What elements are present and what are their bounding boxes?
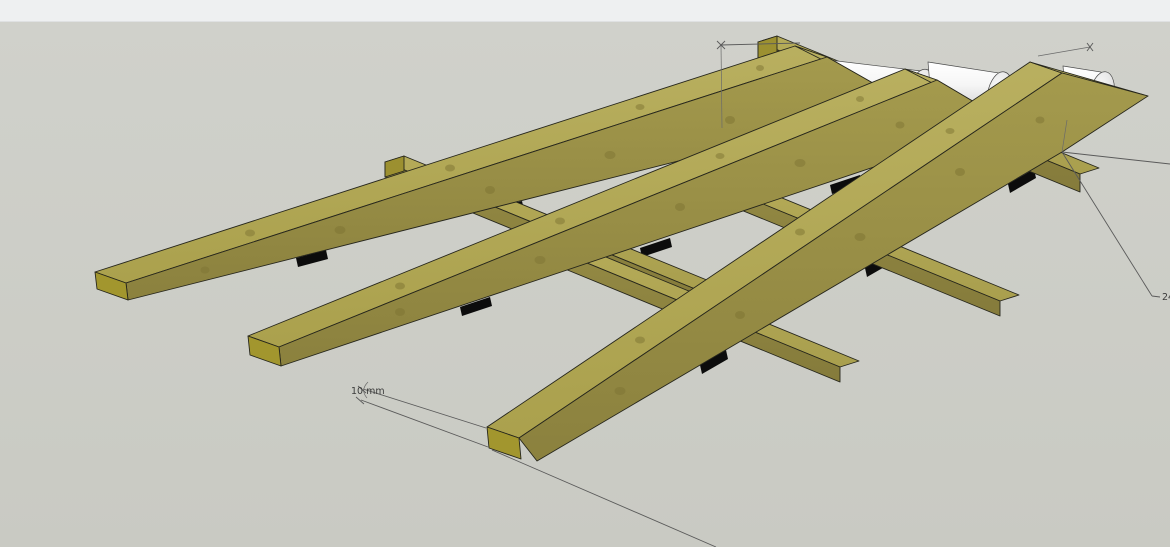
app-window: 10 mm 24 [0, 0, 1170, 547]
dimension-label-far[interactable]: 24 [1162, 292, 1170, 303]
dimension-label-near[interactable]: 10 mm [351, 386, 385, 397]
3d-viewport[interactable]: 10 mm 24 [0, 0, 1170, 547]
toolbar-strip-border [0, 21, 1170, 22]
toolbar-strip [0, 0, 1170, 21]
